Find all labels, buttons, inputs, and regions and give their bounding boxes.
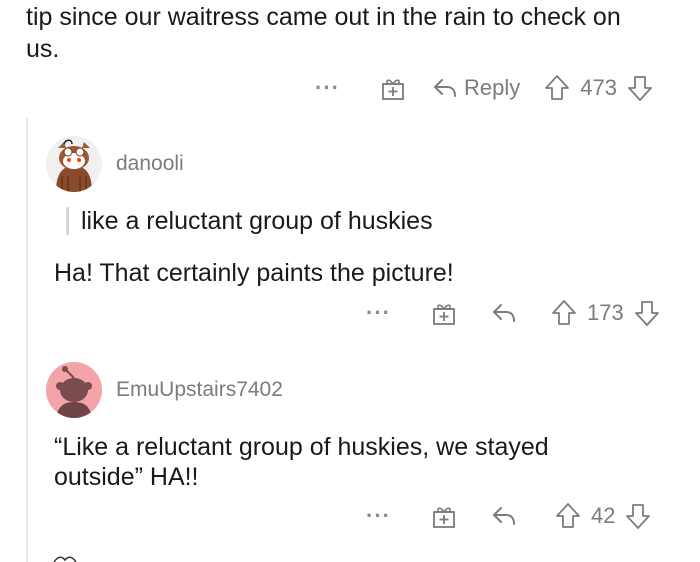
upvote-arrow-icon [551, 299, 577, 327]
downvote-button[interactable] [625, 502, 651, 530]
next-comment-avatar-partial [50, 554, 80, 562]
downvote-arrow-icon [627, 74, 653, 102]
comment-text-line1: “Like a reluctant group of huskies, we s… [54, 433, 549, 461]
downvote-arrow-icon [634, 299, 660, 327]
reply1-actions: ··· 173 [366, 297, 660, 329]
reply-arrow-icon [432, 76, 458, 100]
quote-bar [66, 207, 69, 235]
award-button[interactable] [380, 75, 406, 101]
snoo-avatar-icon [46, 362, 102, 418]
top-comment-text-line2: us. [26, 35, 60, 63]
award-button[interactable] [431, 300, 457, 326]
comment-text-line2: outside” HA!! [54, 463, 199, 491]
reply-button[interactable]: Reply [432, 75, 520, 101]
downvote-button[interactable] [627, 74, 653, 102]
snoo-avatar-icon [46, 136, 102, 192]
username[interactable]: danooli [116, 152, 184, 176]
reply-button[interactable] [491, 301, 517, 325]
reply-arrow-icon [491, 301, 517, 325]
gift-icon [380, 75, 406, 101]
avatar[interactable] [46, 136, 102, 192]
upvote-button[interactable] [555, 502, 581, 530]
blockquote: like a reluctant group of huskies [66, 206, 433, 236]
comment-text: Ha! That certainly paints the picture! [54, 259, 454, 287]
more-options-button[interactable]: ··· [366, 302, 391, 324]
upvote-arrow-icon [544, 74, 570, 102]
score: 42 [590, 503, 616, 528]
score: 473 [580, 75, 617, 100]
downvote-button[interactable] [634, 299, 660, 327]
reply2-actions: ··· 42 [366, 500, 651, 532]
more-options-button[interactable]: ··· [366, 505, 391, 527]
avatar[interactable] [46, 362, 102, 418]
top-comment-actions: ··· Reply 473 [315, 72, 653, 104]
gift-icon [431, 300, 457, 326]
upvote-button[interactable] [551, 299, 577, 327]
gift-icon [431, 503, 457, 529]
reply-label: Reply [463, 75, 521, 100]
quote-text: like a reluctant group of huskies [81, 207, 433, 235]
thread-line[interactable] [26, 118, 28, 562]
username[interactable]: EmuUpstairs7402 [116, 378, 283, 402]
award-button[interactable] [431, 503, 457, 529]
upvote-button[interactable] [544, 74, 570, 102]
upvote-arrow-icon [555, 502, 581, 530]
reply-button[interactable] [491, 504, 517, 528]
downvote-arrow-icon [625, 502, 651, 530]
top-comment-text-line1: tip since our waitress came out in the r… [26, 3, 621, 31]
reply-arrow-icon [491, 504, 517, 528]
more-options-button[interactable]: ··· [315, 77, 340, 99]
score: 173 [586, 300, 624, 325]
